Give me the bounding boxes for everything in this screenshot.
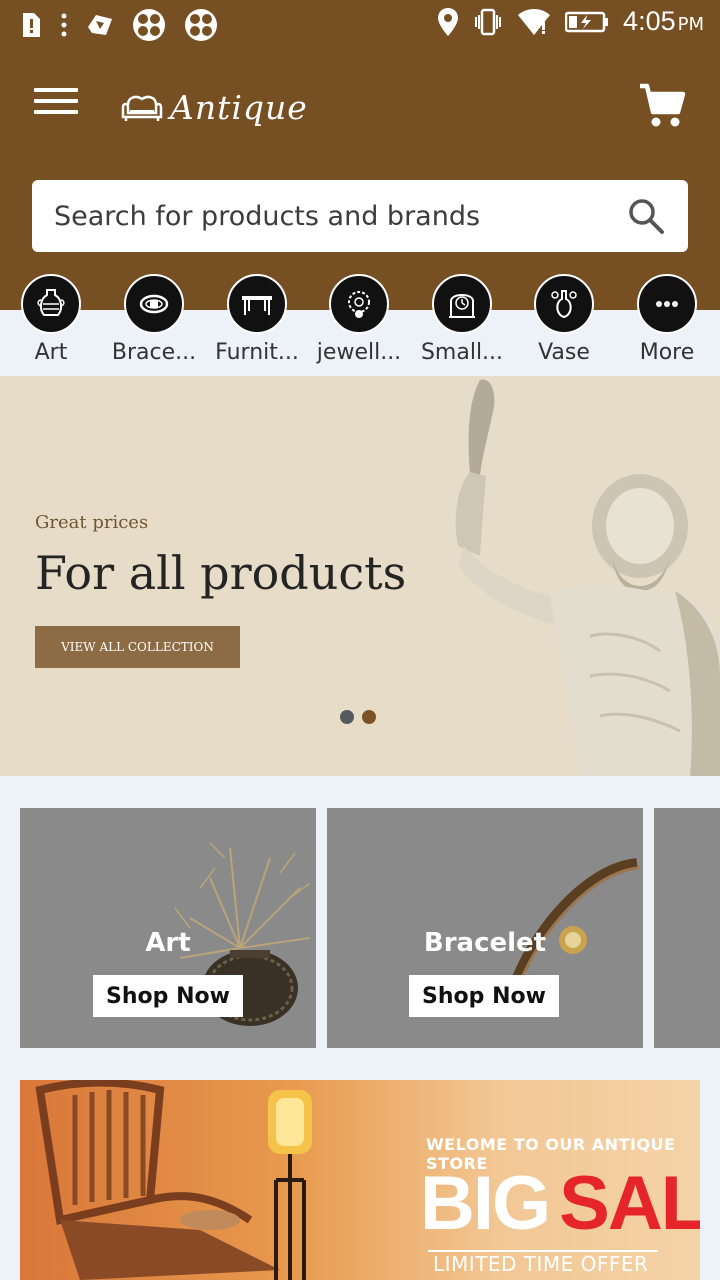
category-small[interactable]: Small... xyxy=(412,274,512,365)
promo-sale: SALE xyxy=(559,1161,700,1246)
location-icon xyxy=(438,7,459,36)
vibrate-icon xyxy=(475,8,502,35)
clover-icon xyxy=(133,9,165,41)
promo-headline: BIGSALE xyxy=(420,1160,700,1247)
category-label: Vase xyxy=(538,340,590,365)
vase-icon xyxy=(551,290,577,319)
more-vert-icon xyxy=(61,13,67,37)
carousel-dot-active[interactable] xyxy=(362,710,376,724)
vase-icon xyxy=(37,289,65,316)
search-icon[interactable] xyxy=(626,196,666,236)
category-tiles: Art Shop Now Bracelet Shop Now xyxy=(0,808,720,1048)
statue-image xyxy=(455,379,720,776)
more-icon xyxy=(656,301,678,307)
clock-icon xyxy=(449,294,475,318)
status-ampm: PM xyxy=(677,14,704,35)
category-label: Art xyxy=(34,340,68,365)
hero-title: For all products xyxy=(35,546,407,600)
sim-alert-icon xyxy=(23,13,40,37)
status-time: 4:05 xyxy=(623,6,676,36)
menu-icon xyxy=(34,88,78,92)
promo-banner[interactable]: WELOME TO OUR ANTIQUE STORE BIGSALE LIMI… xyxy=(20,1080,700,1280)
category-jewellery[interactable]: jewell... xyxy=(309,274,409,365)
shop-now-button[interactable]: Shop Now xyxy=(409,975,559,1017)
bracelet-icon xyxy=(139,294,169,314)
clover-icon xyxy=(185,9,217,41)
promo-big: BIG xyxy=(420,1161,551,1246)
bracelet-image xyxy=(512,858,640,981)
tile-title: Bracelet xyxy=(423,928,547,958)
category-vase[interactable]: Vase xyxy=(514,274,614,365)
necklace-icon xyxy=(348,291,370,318)
tile-next[interactable] xyxy=(654,808,720,1048)
battery-charging-icon xyxy=(565,11,609,32)
search-input[interactable] xyxy=(54,200,626,232)
sofa-logo-icon xyxy=(121,95,163,121)
category-label: jewell... xyxy=(316,340,402,365)
table-icon xyxy=(242,296,272,315)
menu-button[interactable] xyxy=(34,88,78,120)
search-bar xyxy=(32,180,688,252)
category-strip: Art Brace... Furnit... jewell... Small..… xyxy=(0,274,720,374)
carousel-indicator xyxy=(340,710,376,724)
antique-chair-lamp-image xyxy=(35,1080,312,1280)
cart-button[interactable] xyxy=(638,82,686,130)
carousel-dot[interactable] xyxy=(340,710,354,724)
category-bracelet[interactable]: Brace... xyxy=(104,274,204,365)
category-furniture[interactable]: Furnit... xyxy=(207,274,307,365)
category-label: More xyxy=(639,340,695,365)
category-label: Brace... xyxy=(111,340,197,365)
promo-offer: LIMITED TIME OFFER xyxy=(433,1252,649,1276)
view-all-collection-button[interactable]: VIEW ALL COLLECTION xyxy=(35,626,240,668)
hero-banner[interactable]: Great prices For all products VIEW ALL C… xyxy=(0,376,720,776)
category-label: Furnit... xyxy=(215,340,299,365)
tile-bracelet[interactable]: Bracelet Shop Now xyxy=(327,808,643,1048)
brand-logo[interactable]: Antique xyxy=(120,88,308,127)
app-bar: Antique xyxy=(0,50,720,310)
brand-name: Antique xyxy=(170,88,308,127)
wifi-icon xyxy=(518,8,551,35)
cart-icon xyxy=(640,83,686,127)
category-label: Small... xyxy=(420,340,504,365)
tile-art[interactable]: Art Shop Now xyxy=(20,808,316,1048)
hero-kicker: Great prices xyxy=(35,512,149,533)
shop-now-button[interactable]: Shop Now xyxy=(93,975,243,1017)
app-icon xyxy=(88,15,112,35)
category-art[interactable]: Art xyxy=(1,274,101,365)
category-more[interactable]: More xyxy=(617,274,717,365)
status-bar: 4:05 PM xyxy=(0,0,720,50)
tile-title: Art xyxy=(145,928,191,958)
